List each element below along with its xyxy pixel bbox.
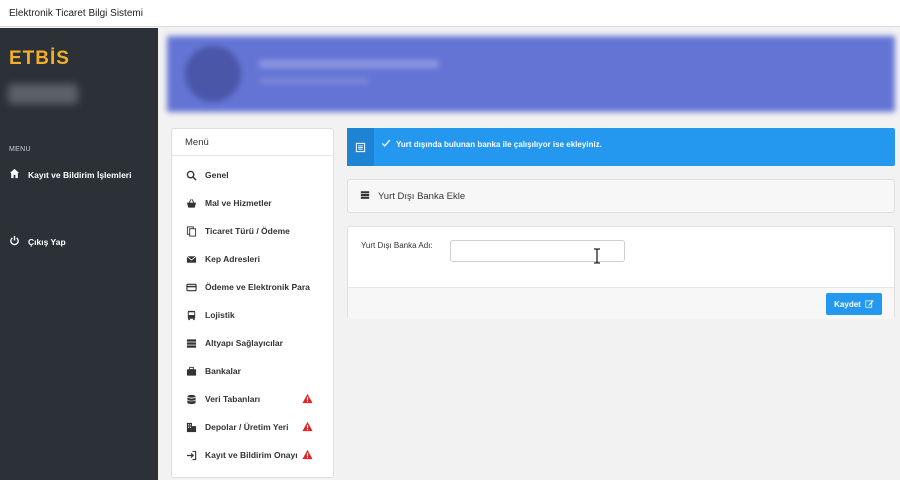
- building-icon: [185, 421, 197, 433]
- menu-item-depolar-uretim-yeri[interactable]: Depolar / Üretim Yeri: [185, 420, 325, 434]
- menu-item-label: Lojistik: [205, 310, 235, 320]
- menu-item-lojistik[interactable]: Lojistik: [185, 308, 325, 322]
- home-icon: [9, 168, 20, 181]
- bus-icon: [185, 309, 197, 321]
- menu-item-label: Kayıt ve Bildirim Onayı: [205, 450, 298, 460]
- menu-item-label: Bankalar: [205, 366, 241, 376]
- menu-item-label: Genel: [205, 170, 229, 180]
- menu-item-label: Altyapı Sağlayıcılar: [205, 338, 283, 348]
- menu-item-genel[interactable]: Genel: [185, 168, 325, 182]
- sidebar-item-label: Kayıt ve Bildirim İşlemleri: [28, 169, 132, 180]
- menu-item-altyapi-saglayicilar[interactable]: Altyapı Sağlayıcılar: [185, 336, 325, 350]
- warning-icon: [302, 421, 313, 432]
- menu-panel: Menü Genel Mal ve Hizmetler Ticaret Türü…: [171, 128, 334, 478]
- company-logo-blurred: [185, 46, 241, 102]
- alert-message: Yurt dışında bulunan banka ile çalışılıy…: [396, 139, 602, 149]
- menu-item-bankalar[interactable]: Bankalar: [185, 364, 325, 378]
- sidebar-item-label: Çıkış Yap: [28, 236, 66, 247]
- sidebar-item-logout[interactable]: Çıkış Yap: [9, 235, 66, 248]
- menu-item-kayit-bildirim-onayi[interactable]: Kayıt ve Bildirim Onayı: [185, 448, 325, 462]
- menu-item-mal-hizmetler[interactable]: Mal ve Hizmetler: [185, 196, 325, 210]
- add-foreign-bank-header: Yurt Dışı Banka Ekle: [347, 179, 895, 213]
- credit-card-icon: [185, 281, 197, 293]
- search-icon: [185, 169, 197, 181]
- menu-item-label: Kep Adresleri: [205, 254, 260, 264]
- sidebar-menu-caption: MENU: [9, 146, 31, 153]
- edit-icon: [865, 299, 874, 310]
- card-title: Yurt Dışı Banka Ekle: [378, 190, 466, 202]
- server-icon: [185, 337, 197, 349]
- sign-in-icon: [185, 449, 197, 461]
- sidebar: ETBİS MENU Kayıt ve Bildirim İşlemleri Ç…: [0, 28, 158, 480]
- menu-item-label: Mal ve Hizmetler: [205, 198, 272, 208]
- copy-icon: [185, 225, 197, 237]
- bank-name-label: Yurt Dışı Banka Adı:: [361, 241, 433, 250]
- company-banner-blurred: [167, 36, 895, 112]
- menu-item-label: Ödeme ve Elektronik Para: [205, 282, 310, 292]
- menu-item-label: Depolar / Üretim Yeri: [205, 422, 289, 432]
- add-foreign-bank-form: Yurt Dışı Banka Adı: Kaydet: [347, 226, 895, 319]
- menu-item-label: Ticaret Türü / Ödeme: [205, 226, 290, 236]
- user-info-blurred: [8, 84, 78, 104]
- basket-icon: [185, 197, 197, 209]
- server-icon: [360, 190, 370, 203]
- check-icon: [381, 138, 391, 150]
- warning-icon: [302, 393, 313, 404]
- sidebar-item-kayit-bildirim[interactable]: Kayıt ve Bildirim İşlemleri: [9, 168, 131, 181]
- envelope-icon: [185, 253, 197, 265]
- form-footer: Kaydet: [348, 287, 894, 319]
- window-title-bar: Elektronik Ticaret Bilgi Sistemi: [0, 0, 900, 27]
- list-icon: [347, 128, 374, 166]
- menu-item-kep-adresleri[interactable]: Kep Adresleri: [185, 252, 325, 266]
- menu-item-veri-tabanlari[interactable]: Veri Tabanları: [185, 392, 325, 406]
- window-title: Elektronik Ticaret Bilgi Sistemi: [9, 8, 143, 19]
- info-alert: Yurt dışında bulunan banka ile çalışılıy…: [347, 128, 895, 166]
- briefcase-icon: [185, 365, 197, 377]
- etbis-logo: ETBİS: [9, 48, 70, 69]
- warning-icon: [302, 449, 313, 460]
- text-cursor-icon: [594, 248, 600, 264]
- menu-item-ticaret-turu[interactable]: Ticaret Türü / Ödeme: [185, 224, 325, 238]
- save-button[interactable]: Kaydet: [826, 293, 882, 315]
- menu-item-label: Veri Tabanları: [205, 394, 261, 404]
- menu-panel-title: Menü: [172, 129, 333, 156]
- database-icon: [185, 393, 197, 405]
- power-icon: [9, 235, 20, 248]
- save-button-label: Kaydet: [834, 299, 861, 309]
- menu-item-odeme-elektronik-para[interactable]: Ödeme ve Elektronik Para: [185, 280, 325, 294]
